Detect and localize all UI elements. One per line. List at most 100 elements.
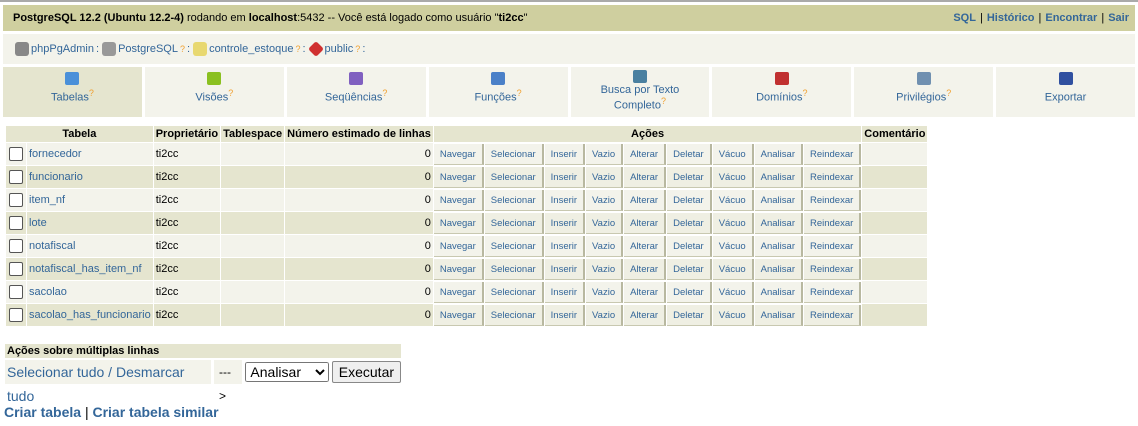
vazio-button[interactable]: Vazio: [586, 235, 624, 257]
reindexar-button[interactable]: Reindexar: [803, 166, 862, 188]
selecionar-button[interactable]: Selecionar: [484, 235, 544, 257]
deletar-button[interactable]: Deletar: [667, 189, 712, 211]
help-icon[interactable]: ?: [946, 88, 951, 98]
table-name-link[interactable]: lote: [29, 217, 47, 229]
inserir-button[interactable]: Inserir: [544, 258, 586, 280]
deletar-button[interactable]: Deletar: [667, 281, 712, 303]
table-name-link[interactable]: notafiscal_has_item_nf: [29, 263, 142, 275]
row-checkbox[interactable]: [9, 239, 23, 253]
deletar-button[interactable]: Deletar: [667, 258, 712, 280]
tab-seqüências[interactable]: Seqüências?: [286, 67, 426, 117]
navegar-button[interactable]: Navegar: [433, 189, 484, 211]
table-name-link[interactable]: notafiscal: [29, 240, 75, 252]
selecionar-button[interactable]: Selecionar: [484, 189, 544, 211]
vácuo-button[interactable]: Vácuo: [712, 281, 754, 303]
breadcrumb-item[interactable]: phpPgAdmin:: [15, 42, 99, 56]
tab-funções[interactable]: Funções?: [428, 67, 568, 117]
tab-tabelas[interactable]: Tabelas?: [3, 67, 142, 117]
navegar-button[interactable]: Navegar: [433, 212, 484, 234]
deletar-button[interactable]: Deletar: [667, 304, 712, 326]
analisar-button[interactable]: Analisar: [754, 189, 803, 211]
breadcrumb-link[interactable]: public: [325, 43, 354, 55]
reindexar-button[interactable]: Reindexar: [803, 281, 862, 303]
sql-link[interactable]: SQL: [953, 12, 976, 24]
analisar-button[interactable]: Analisar: [754, 235, 803, 257]
breadcrumb-link[interactable]: phpPgAdmin: [31, 43, 94, 55]
row-checkbox[interactable]: [9, 216, 23, 230]
inserir-button[interactable]: Inserir: [544, 235, 586, 257]
alterar-button[interactable]: Alterar: [624, 235, 667, 257]
navegar-button[interactable]: Navegar: [433, 281, 484, 303]
navegar-button[interactable]: Navegar: [433, 143, 484, 165]
table-name-link[interactable]: item_nf: [29, 194, 65, 206]
navegar-button[interactable]: Navegar: [433, 258, 484, 280]
reindexar-button[interactable]: Reindexar: [803, 235, 862, 257]
inserir-button[interactable]: Inserir: [544, 304, 586, 326]
table-name-link[interactable]: funcionario: [29, 171, 83, 183]
execute-button[interactable]: Executar: [331, 361, 402, 383]
table-name-link[interactable]: sacolao_has_funcionario: [29, 309, 151, 321]
help-icon[interactable]: ?: [803, 88, 808, 98]
row-checkbox[interactable]: [9, 170, 23, 184]
vazio-button[interactable]: Vazio: [586, 281, 624, 303]
deletar-button[interactable]: Deletar: [667, 143, 712, 165]
vácuo-button[interactable]: Vácuo: [712, 212, 754, 234]
alterar-button[interactable]: Alterar: [624, 258, 667, 280]
selecionar-button[interactable]: Selecionar: [484, 258, 544, 280]
analisar-button[interactable]: Analisar: [754, 143, 803, 165]
analisar-button[interactable]: Analisar: [754, 281, 803, 303]
reindexar-button[interactable]: Reindexar: [803, 258, 862, 280]
vazio-button[interactable]: Vazio: [586, 166, 624, 188]
row-checkbox[interactable]: [9, 193, 23, 207]
navegar-button[interactable]: Navegar: [433, 304, 484, 326]
reindexar-button[interactable]: Reindexar: [803, 143, 862, 165]
vácuo-button[interactable]: Vácuo: [712, 189, 754, 211]
logout-link[interactable]: Sair: [1108, 12, 1129, 24]
inserir-button[interactable]: Inserir: [544, 166, 586, 188]
find-link[interactable]: Encontrar: [1045, 12, 1097, 24]
select-all-link[interactable]: Selecionar tudo: [7, 364, 104, 380]
reindexar-button[interactable]: Reindexar: [803, 189, 862, 211]
breadcrumb-item[interactable]: public?:: [307, 41, 365, 57]
create-table-like-link[interactable]: Criar tabela similar: [92, 404, 218, 420]
history-link[interactable]: Histórico: [987, 12, 1035, 24]
vazio-button[interactable]: Vazio: [586, 189, 624, 211]
deletar-button[interactable]: Deletar: [667, 212, 712, 234]
selecionar-button[interactable]: Selecionar: [484, 166, 544, 188]
reindexar-button[interactable]: Reindexar: [803, 304, 862, 326]
vácuo-button[interactable]: Vácuo: [712, 143, 754, 165]
deletar-button[interactable]: Deletar: [667, 166, 712, 188]
vácuo-button[interactable]: Vácuo: [712, 235, 754, 257]
help-icon[interactable]: ?: [355, 44, 360, 54]
tab-busca-por-texto-completo[interactable]: Busca por Texto Completo?: [570, 67, 710, 117]
row-checkbox[interactable]: [9, 147, 23, 161]
row-checkbox[interactable]: [9, 262, 23, 276]
vácuo-button[interactable]: Vácuo: [712, 166, 754, 188]
breadcrumb-link[interactable]: PostgreSQL: [118, 43, 178, 55]
tab-privilégios[interactable]: Privilégios?: [854, 67, 994, 117]
vazio-button[interactable]: Vazio: [586, 143, 624, 165]
analisar-button[interactable]: Analisar: [754, 304, 803, 326]
row-checkbox[interactable]: [9, 308, 23, 322]
vazio-button[interactable]: Vazio: [586, 258, 624, 280]
alterar-button[interactable]: Alterar: [624, 143, 667, 165]
alterar-button[interactable]: Alterar: [624, 212, 667, 234]
vazio-button[interactable]: Vazio: [586, 304, 624, 326]
help-icon[interactable]: ?: [295, 44, 300, 54]
create-table-link[interactable]: Criar tabela: [4, 404, 81, 420]
alterar-button[interactable]: Alterar: [624, 166, 667, 188]
analisar-button[interactable]: Analisar: [754, 258, 803, 280]
breadcrumb-item[interactable]: PostgreSQL?:: [102, 42, 190, 56]
alterar-button[interactable]: Alterar: [624, 281, 667, 303]
analisar-button[interactable]: Analisar: [754, 166, 803, 188]
tab-exportar[interactable]: Exportar: [996, 67, 1135, 117]
vazio-button[interactable]: Vazio: [586, 212, 624, 234]
selecionar-button[interactable]: Selecionar: [484, 304, 544, 326]
tab-visões[interactable]: Visões?: [144, 67, 284, 117]
alterar-button[interactable]: Alterar: [624, 304, 667, 326]
help-icon[interactable]: ?: [517, 88, 522, 98]
help-icon[interactable]: ?: [661, 96, 666, 106]
table-name-link[interactable]: fornecedor: [29, 148, 82, 160]
breadcrumb-item[interactable]: controle_estoque?:: [193, 42, 306, 56]
inserir-button[interactable]: Inserir: [544, 281, 586, 303]
